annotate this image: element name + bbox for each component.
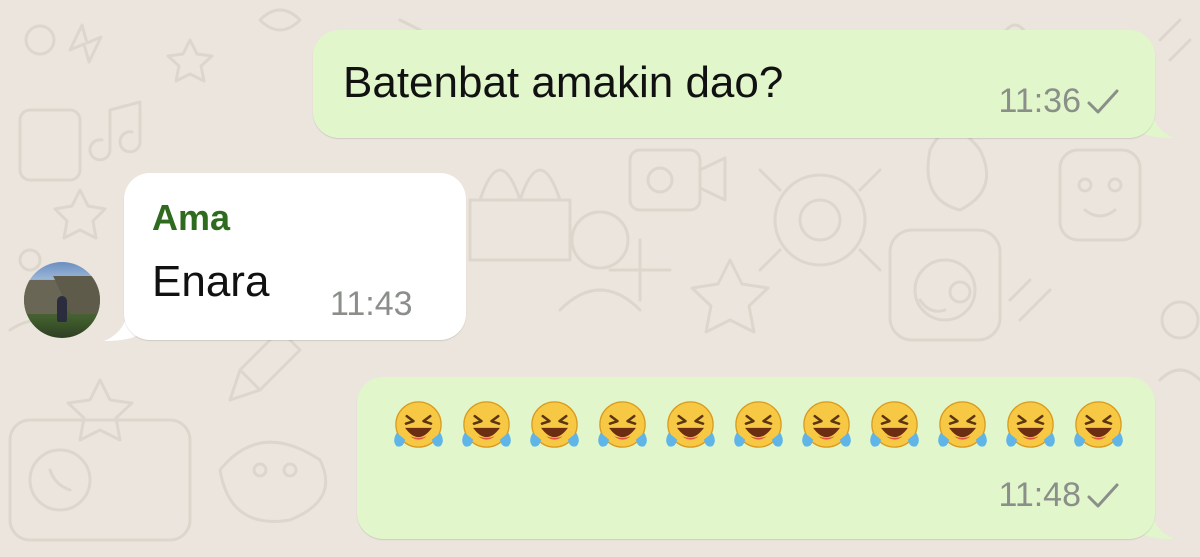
message-meta: 11:48 bbox=[998, 476, 1121, 515]
outgoing-message-bubble[interactable]: Batenbat amakin dao? 11:36 bbox=[313, 30, 1155, 138]
message-meta: 11:43 bbox=[330, 285, 413, 324]
message-text: Enara bbox=[152, 257, 270, 306]
single-check-icon bbox=[1085, 481, 1121, 511]
message-emoji-text bbox=[390, 396, 1127, 453]
rolling-on-the-floor-laughing-emoji bbox=[598, 401, 647, 448]
message-timestamp: 11:36 bbox=[998, 82, 1081, 120]
sender-name[interactable]: Ama bbox=[152, 197, 230, 239]
rolling-on-the-floor-laughing-emoji bbox=[530, 401, 579, 448]
message-meta: 11:36 bbox=[998, 82, 1121, 121]
incoming-message-bubble[interactable]: Ama Enara 11:43 bbox=[124, 173, 466, 340]
rolling-on-the-floor-laughing-emoji bbox=[1006, 401, 1055, 448]
single-check-icon bbox=[1085, 87, 1121, 117]
message-timestamp: 11:48 bbox=[998, 476, 1081, 514]
rolling-on-the-floor-laughing-emoji bbox=[1074, 401, 1123, 448]
message-timestamp: 11:43 bbox=[330, 285, 413, 323]
rolling-on-the-floor-laughing-emoji bbox=[802, 401, 851, 448]
rolling-on-the-floor-laughing-emoji bbox=[394, 401, 443, 448]
message-text: Batenbat amakin dao? bbox=[343, 58, 784, 107]
sender-avatar[interactable] bbox=[24, 262, 100, 338]
rolling-on-the-floor-laughing-emoji bbox=[666, 401, 715, 448]
rolling-on-the-floor-laughing-emoji bbox=[734, 401, 783, 448]
rolling-on-the-floor-laughing-emoji bbox=[938, 401, 987, 448]
rolling-on-the-floor-laughing-emoji bbox=[462, 401, 511, 448]
rolling-on-the-floor-laughing-emoji bbox=[870, 401, 919, 448]
